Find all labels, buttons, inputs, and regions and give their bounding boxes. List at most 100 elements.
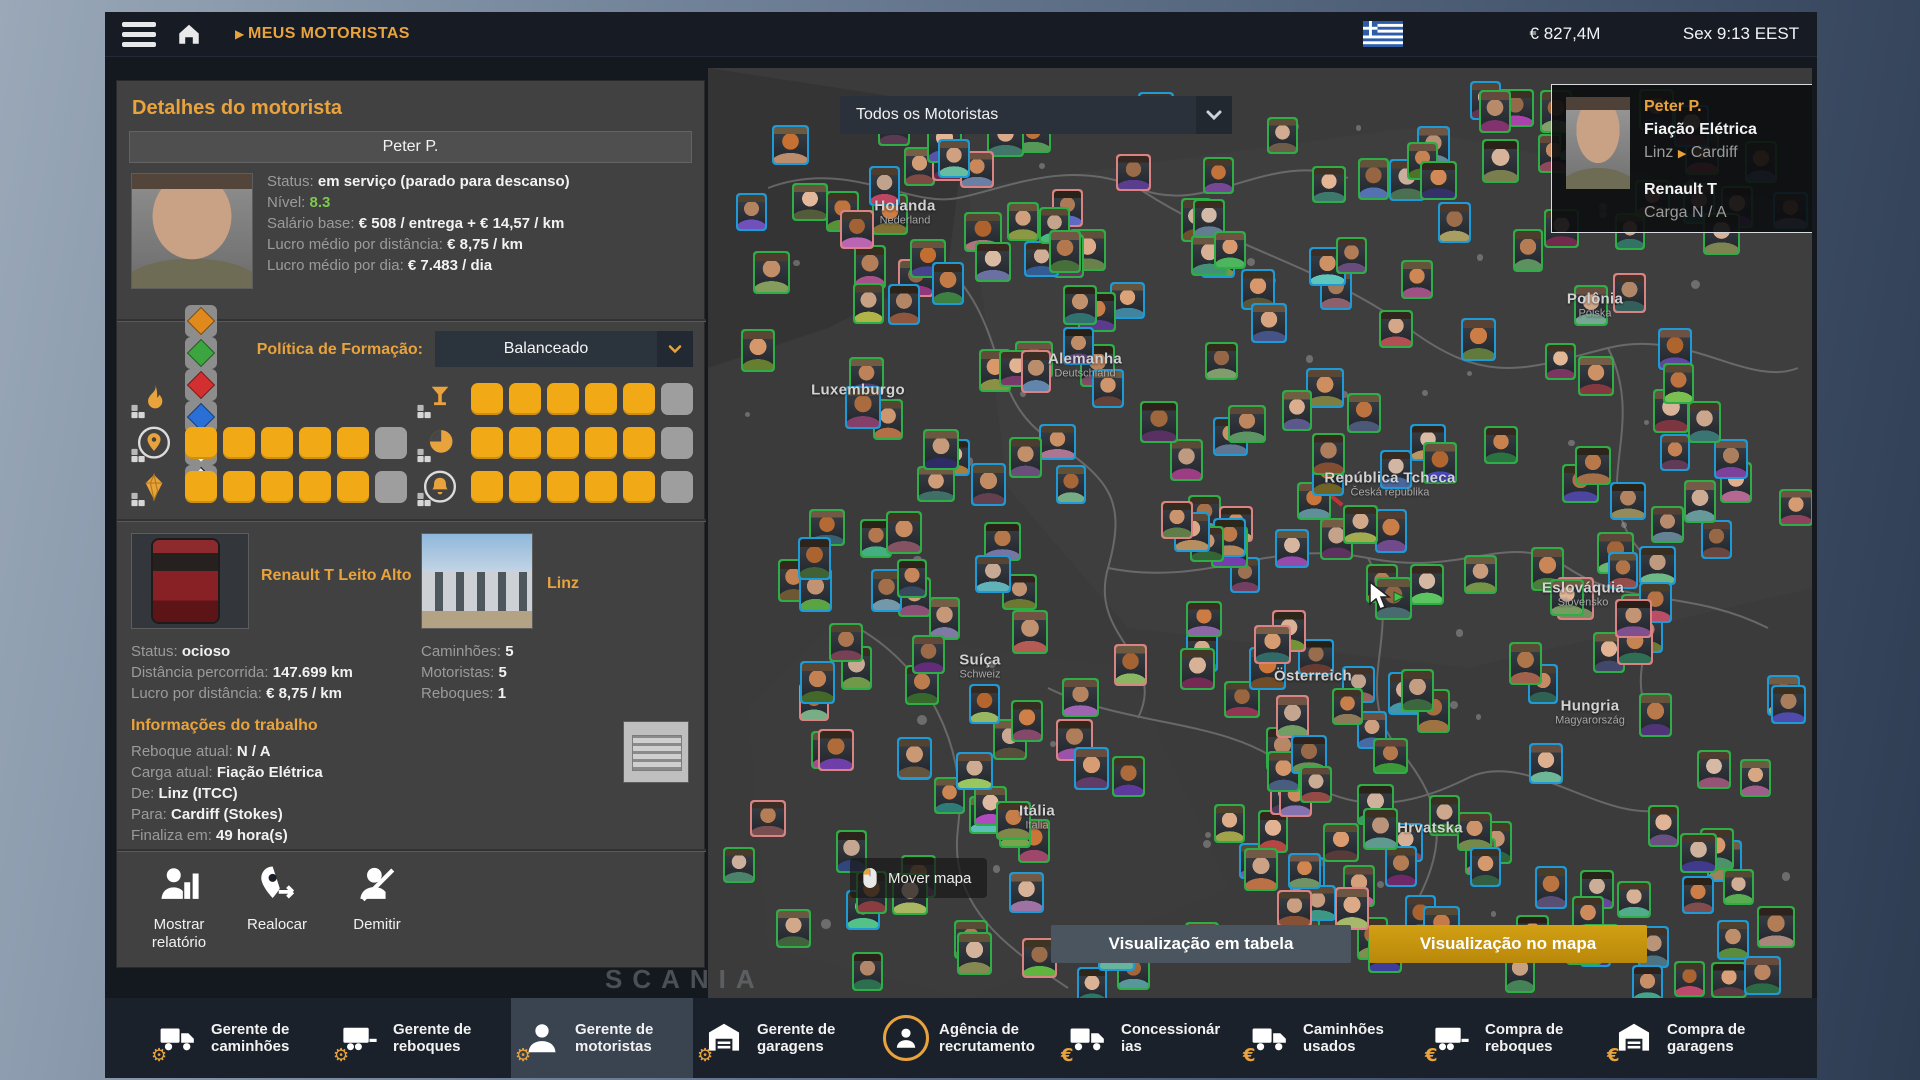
driver-map-marker[interactable] xyxy=(1363,808,1397,850)
show-report-button[interactable]: Mostrar relatório xyxy=(131,863,227,952)
driver-map-marker[interactable] xyxy=(957,932,991,975)
driver-map-marker[interactable] xyxy=(1680,833,1716,873)
driver-map-marker[interactable] xyxy=(1300,766,1332,802)
driver-map-marker[interactable] xyxy=(1140,401,1178,443)
driver-map-marker[interactable] xyxy=(1161,501,1194,539)
home-button[interactable] xyxy=(169,12,209,56)
relocate-button[interactable]: Realocar xyxy=(229,863,325,934)
driver-map-marker[interactable] xyxy=(1011,700,1042,741)
driver-map-marker[interactable] xyxy=(1186,601,1223,637)
driver-map-marker[interactable] xyxy=(1009,872,1044,913)
training-policy-dropdown[interactable]: Balanceado xyxy=(435,331,693,367)
driver-map-marker[interactable] xyxy=(1332,688,1362,725)
driver-map-marker[interactable] xyxy=(750,800,786,837)
driver-map-marker[interactable] xyxy=(792,183,828,221)
nav-item-dealership[interactable]: €Concessionárias xyxy=(1057,998,1239,1078)
driver-map-marker[interactable] xyxy=(1717,920,1749,960)
driver-map-marker[interactable] xyxy=(1343,505,1378,544)
driver-map-marker[interactable] xyxy=(1648,805,1679,846)
driver-map-marker[interactable] xyxy=(1277,890,1312,927)
driver-map-marker[interactable] xyxy=(753,251,791,294)
driver-map-marker[interactable] xyxy=(1112,756,1145,798)
nav-item-garage-manager[interactable]: ⚙Gerente de garagens xyxy=(693,998,875,1078)
driver-map-marker[interactable] xyxy=(1660,434,1691,470)
driver-map-marker[interactable] xyxy=(971,463,1006,506)
driver-map-marker[interactable] xyxy=(932,262,965,305)
driver-map-marker[interactable] xyxy=(1323,823,1359,862)
driver-map-marker[interactable] xyxy=(1610,482,1645,520)
driver-map-marker[interactable] xyxy=(1484,426,1518,463)
driver-map-marker[interactable] xyxy=(1714,439,1748,479)
driver-map-marker[interactable] xyxy=(1373,738,1407,774)
driver-map-marker[interactable] xyxy=(1288,853,1321,889)
driver-map-marker[interactable] xyxy=(1401,260,1432,298)
driver-map-marker[interactable] xyxy=(1049,230,1081,273)
driver-map-marker[interactable] xyxy=(1461,318,1496,361)
driver-map-marker[interactable] xyxy=(1276,695,1309,738)
driver-map-marker[interactable] xyxy=(741,329,774,372)
nav-item-trailer-purchase[interactable]: €Compra de reboques xyxy=(1421,998,1603,1078)
driver-map-marker[interactable] xyxy=(1464,555,1497,594)
driver-map-marker[interactable] xyxy=(1420,161,1457,200)
table-view-button[interactable]: Visualização em tabela xyxy=(1051,925,1351,963)
nav-item-truck-manager[interactable]: ⚙Gerente de caminhões xyxy=(147,998,329,1078)
driver-map-marker[interactable] xyxy=(1214,231,1246,269)
driver-map-marker[interactable] xyxy=(736,193,767,231)
driver-map-marker[interactable] xyxy=(1697,750,1731,789)
driver-map-marker[interactable] xyxy=(1021,350,1052,393)
driver-map-marker[interactable] xyxy=(1771,685,1806,724)
driver-map-marker[interactable] xyxy=(1039,424,1075,460)
driver-map-marker[interactable] xyxy=(1203,157,1234,194)
driver-map-marker[interactable] xyxy=(975,242,1011,281)
driver-map-marker[interactable] xyxy=(1063,285,1097,324)
driver-map-marker[interactable] xyxy=(888,284,921,326)
driver-map-marker[interactable] xyxy=(956,752,993,790)
driver-map-marker[interactable] xyxy=(1410,564,1444,604)
driver-map-marker[interactable] xyxy=(1254,625,1291,664)
driver-map-marker[interactable] xyxy=(840,210,874,250)
driver-map-marker[interactable] xyxy=(1251,303,1287,343)
driver-map-marker[interactable] xyxy=(1267,117,1298,154)
driver-map-marker[interactable] xyxy=(1358,158,1388,200)
driver-map-marker[interactable] xyxy=(1674,961,1706,997)
nav-item-driver-manager[interactable]: ⚙Gerente de motoristas xyxy=(511,998,693,1078)
driver-map-marker[interactable] xyxy=(975,555,1012,593)
truck-name[interactable]: Renault T Leito Alto xyxy=(261,567,417,585)
driver-map-marker[interactable] xyxy=(1347,393,1381,433)
driver-map-marker[interactable] xyxy=(1639,693,1671,737)
driver-map-marker[interactable] xyxy=(1651,506,1684,543)
driver-map-marker[interactable] xyxy=(1535,866,1567,910)
driver-map-marker[interactable] xyxy=(1632,965,1663,998)
driver-map-marker[interactable] xyxy=(853,283,884,324)
driver-map-marker[interactable] xyxy=(923,429,958,470)
driver-map-marker[interactable] xyxy=(917,466,955,502)
nav-item-recruitment-agency[interactable]: Agência de recrutamento xyxy=(875,998,1057,1078)
driver-map-marker[interactable] xyxy=(912,635,946,674)
driver-map-marker[interactable] xyxy=(1375,509,1406,553)
driver-map-marker[interactable] xyxy=(1701,520,1732,559)
driver-map-marker[interactable] xyxy=(1007,202,1039,242)
driver-map-marker[interactable] xyxy=(1114,644,1147,686)
driver-map-marker[interactable] xyxy=(1575,446,1612,485)
driver-map-marker[interactable] xyxy=(1757,906,1795,948)
driver-map-marker[interactable] xyxy=(1275,529,1310,568)
driver-map-marker[interactable] xyxy=(969,684,1000,724)
driver-map-marker[interactable] xyxy=(929,597,961,640)
driver-map-marker[interactable] xyxy=(1379,310,1414,348)
driver-map-marker[interactable] xyxy=(897,737,932,778)
driver-filter-dropdown[interactable]: Todos os Motoristas xyxy=(840,96,1232,134)
driver-map-marker[interactable] xyxy=(1545,343,1576,381)
driver-map-marker[interactable] xyxy=(1336,237,1367,274)
driver-map-marker[interactable] xyxy=(1009,437,1042,478)
driver-map-marker[interactable] xyxy=(798,537,831,581)
driver-map-marker[interactable] xyxy=(1509,642,1542,685)
driver-map-marker[interactable] xyxy=(1180,648,1215,690)
driver-map-marker[interactable] xyxy=(1170,439,1203,481)
driver-map-marker[interactable] xyxy=(829,623,864,662)
driver-map-marker[interactable] xyxy=(818,729,854,771)
driver-map-marker[interactable] xyxy=(1779,489,1812,526)
driver-map-marker[interactable] xyxy=(1228,405,1266,443)
driver-map-marker[interactable] xyxy=(1205,342,1238,380)
driver-map-marker[interactable] xyxy=(1682,876,1714,914)
driver-map-marker[interactable] xyxy=(772,125,809,165)
